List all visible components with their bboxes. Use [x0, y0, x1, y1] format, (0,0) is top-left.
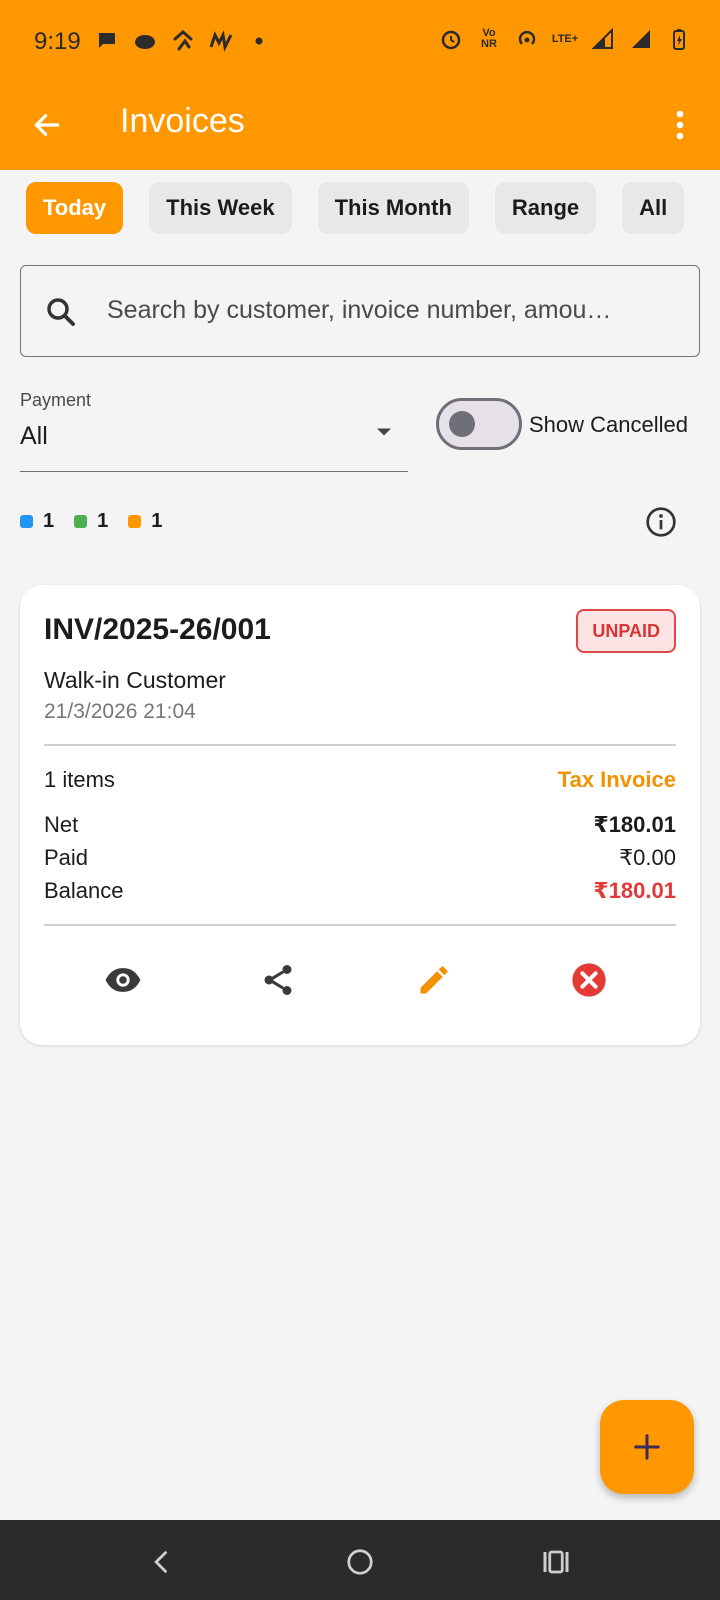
legend-item-blue: 1 — [20, 510, 54, 533]
legend-count: 1 — [43, 510, 55, 532]
nav-recents-button[interactable] — [534, 1540, 578, 1584]
chevron-left-icon — [154, 1551, 167, 1573]
invoice-card[interactable]: INV/2025-26/001 UNPAID Walk-in Customer … — [20, 585, 700, 1045]
caret-down-icon — [377, 428, 391, 436]
net-label: Net — [44, 812, 79, 837]
invoice-number: INV/2025-26/001 — [44, 613, 271, 646]
date-filter-chips: Today This Week This Month Range All — [26, 182, 685, 234]
share-button[interactable] — [253, 955, 303, 1005]
more-options-button[interactable] — [660, 100, 700, 150]
view-button[interactable] — [98, 955, 148, 1005]
customer-name: Walk-in Customer — [44, 667, 226, 693]
legend-dot-blue — [20, 515, 33, 528]
page-title: Invoices — [120, 102, 245, 140]
status-time: 9:19 — [34, 28, 81, 55]
battery-icon — [666, 26, 692, 52]
status-right-icons: Vo NR LTE+ — [438, 26, 692, 52]
search-input[interactable] — [107, 266, 687, 354]
status-bar: 9:19 Vo NR LTE+ — [0, 0, 720, 80]
volte-icon: Vo NR — [481, 27, 497, 50]
invoice-type: Tax Invoice — [557, 767, 676, 792]
eye-icon — [105, 968, 141, 992]
legend-count: 1 — [97, 510, 109, 532]
status-legend: 1 1 1 — [20, 510, 162, 533]
home-circle-icon — [347, 1549, 373, 1575]
signal-icon — [628, 26, 654, 52]
alarm-icon — [438, 26, 464, 52]
nav-back-button[interactable] — [140, 1540, 184, 1584]
share-icon — [264, 965, 292, 995]
paid-label: Paid — [44, 845, 89, 870]
app-icon — [170, 28, 196, 54]
invoice-datetime: 21/3/2026 21:04 — [44, 700, 196, 723]
chip-range[interactable]: Range — [494, 182, 597, 234]
add-invoice-button[interactable] — [600, 1400, 694, 1494]
myntra-icon — [208, 28, 234, 54]
legend-item-green: 1 — [74, 510, 108, 533]
hotspot-icon — [514, 26, 540, 52]
info-icon[interactable] — [645, 506, 677, 538]
show-cancelled-label: Show Cancelled — [529, 412, 688, 437]
invoice-actions — [20, 955, 700, 1005]
item-count: 1 items — [44, 767, 115, 792]
chat-bubble-icon — [94, 28, 120, 54]
cloud-icon — [132, 28, 158, 54]
legend-count: 1 — [151, 510, 163, 532]
legend-dot-green — [74, 515, 88, 528]
payment-dropdown[interactable]: Payment All — [20, 382, 408, 472]
net-value: ₹180.01 — [593, 812, 676, 837]
search-box — [20, 265, 700, 357]
dot-icon — [246, 28, 272, 54]
toggle-knob — [449, 411, 475, 437]
plus-icon — [634, 1434, 660, 1460]
paid-value: ₹0.00 — [619, 845, 676, 870]
show-cancelled-toggle[interactable] — [436, 398, 522, 450]
legend-dot-orange — [128, 515, 142, 528]
chip-this-week[interactable]: This Week — [149, 182, 292, 234]
payment-label: Payment — [20, 390, 92, 410]
nav-home-button[interactable] — [338, 1540, 382, 1584]
chip-today[interactable]: Today — [26, 182, 124, 234]
status-badge: UNPAID — [576, 609, 676, 653]
status-left-icons — [94, 28, 272, 54]
more-vert-icon — [676, 110, 684, 140]
app-bar: Invoices — [0, 80, 720, 170]
lte-icon: LTE+ — [551, 32, 579, 45]
legend-item-orange: 1 — [128, 510, 162, 533]
divider — [44, 744, 676, 746]
chip-this-month[interactable]: This Month — [317, 182, 469, 234]
balance-value: ₹180.01 — [593, 878, 676, 903]
arrow-left-icon — [34, 114, 60, 136]
payment-value: All — [20, 422, 48, 450]
cancel-invoice-button[interactable] — [564, 955, 614, 1005]
chip-all[interactable]: All — [622, 182, 685, 234]
edit-button[interactable] — [409, 955, 459, 1005]
back-button[interactable] — [22, 100, 72, 150]
balance-label: Balance — [44, 878, 124, 903]
recents-icon — [543, 1550, 569, 1574]
cancel-circle-icon — [572, 963, 606, 997]
system-nav-bar — [0, 1520, 720, 1600]
pencil-icon — [420, 966, 448, 994]
signal-icon — [590, 26, 616, 52]
divider — [44, 924, 676, 926]
search-icon — [47, 298, 75, 326]
top-bar: 9:19 Vo NR LTE+ Invoices — [0, 0, 720, 170]
